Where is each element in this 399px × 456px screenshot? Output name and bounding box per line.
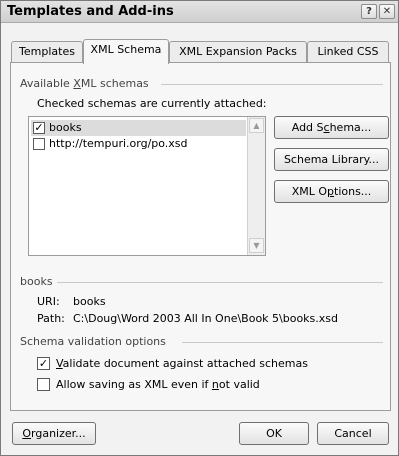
title-bar[interactable]: Templates and Add-ins ? ✕	[1, 1, 398, 23]
add-schema-button[interactable]: Add Schema...	[274, 116, 389, 139]
group-divider	[182, 342, 383, 343]
schema-list[interactable]: ✓ books http://tempuri.org/po.xsd ▲ ▼	[28, 116, 266, 256]
available-schemas-label: Available XML schemas	[20, 77, 153, 90]
xml-options-button[interactable]: XML Options...	[274, 180, 389, 203]
list-item-label: http://tempuri.org/po.xsd	[49, 137, 188, 150]
path-value: C:\Doug\Word 2003 All In One\Book 5\book…	[73, 312, 339, 325]
group-divider	[57, 282, 383, 283]
validation-options-label: Schema validation options	[20, 335, 170, 348]
scroll-up-icon[interactable]: ▲	[249, 118, 264, 133]
tab-strip: Templates XML Schema XML Expansion Packs…	[11, 39, 391, 64]
allow-invalid-xml-checkbox[interactable]	[37, 378, 50, 391]
close-icon[interactable]: ✕	[379, 4, 395, 19]
validate-label[interactable]: Validate document against attached schem…	[56, 357, 308, 370]
selected-schema-label: books	[20, 275, 57, 288]
dialog-title: Templates and Add-ins	[7, 4, 174, 19]
checkbox-icon[interactable]: ✓	[33, 122, 45, 134]
tab-templates[interactable]: Templates	[11, 41, 83, 63]
scroll-down-icon[interactable]: ▼	[249, 238, 264, 253]
ok-button[interactable]: OK	[239, 422, 309, 445]
allow-invalid-xml-label[interactable]: Allow saving as XML even if not valid	[56, 378, 260, 391]
tab-xml-schema[interactable]: XML Schema	[83, 39, 169, 64]
group-divider	[161, 84, 383, 85]
templates-addins-dialog: Templates and Add-ins ? ✕ Templates XML …	[0, 0, 399, 456]
list-item-po-xsd[interactable]: http://tempuri.org/po.xsd	[31, 136, 246, 152]
uri-value: books	[73, 295, 106, 308]
schema-library-button[interactable]: Schema Library...	[274, 148, 389, 171]
uri-label: URI:	[37, 295, 60, 308]
validate-checkbox[interactable]: ✓	[37, 357, 50, 370]
checkbox-icon[interactable]	[33, 138, 45, 150]
schemas-instruction: Checked schemas are currently attached:	[37, 97, 267, 110]
organizer-button[interactable]: Organizer...	[12, 422, 96, 445]
tab-linked-css[interactable]: Linked CSS	[307, 41, 389, 63]
path-label: Path:	[37, 312, 65, 325]
list-item-label: books	[49, 121, 82, 134]
tab-xml-expansion-packs[interactable]: XML Expansion Packs	[169, 41, 307, 63]
list-scrollbar[interactable]: ▲ ▼	[247, 117, 265, 255]
list-item-books[interactable]: ✓ books	[31, 120, 246, 136]
help-icon[interactable]: ?	[361, 4, 377, 19]
cancel-button[interactable]: Cancel	[317, 422, 389, 445]
